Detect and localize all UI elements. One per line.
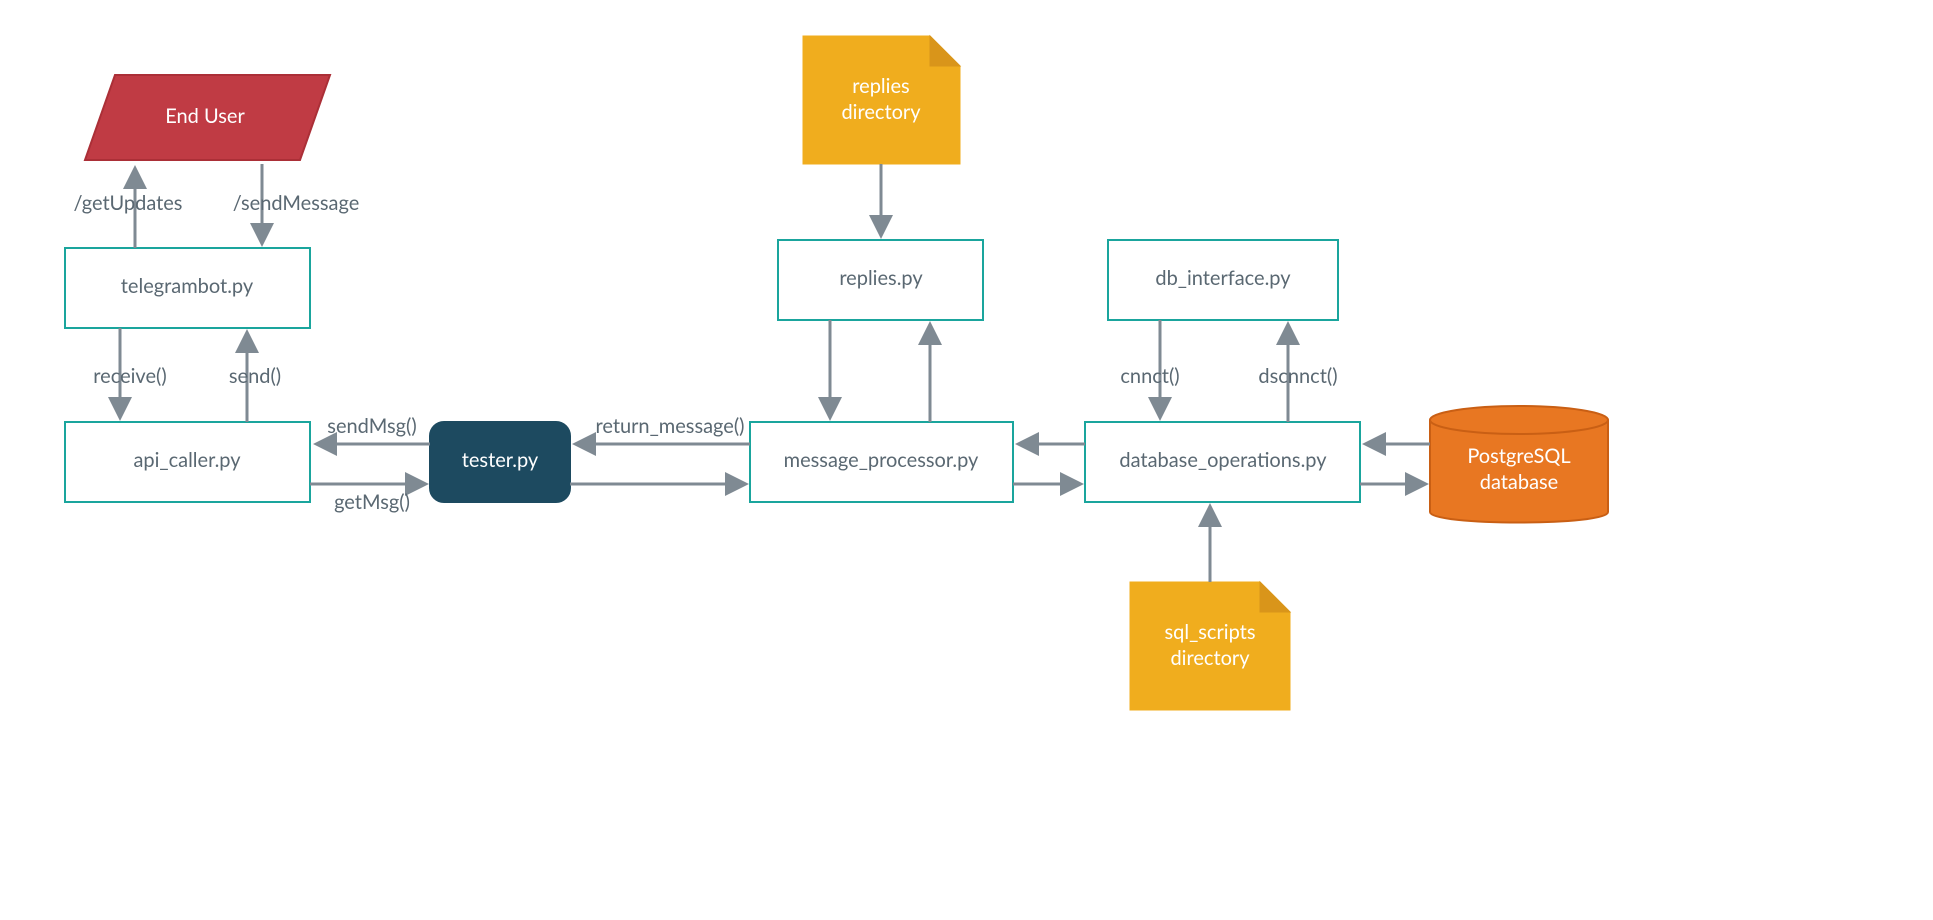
tester-label: tester.py [462, 448, 539, 472]
edge-receive: receive() [93, 364, 166, 388]
telegrambot-node: telegrambot.py [65, 248, 310, 328]
database-operations-node: database_operations.py [1085, 422, 1360, 502]
sql-dir-line2: directory [1170, 646, 1250, 670]
db-ops-label: database_operations.py [1119, 448, 1327, 472]
end-user-node: End User [85, 75, 330, 160]
replies-node: replies.py [778, 240, 983, 320]
msg-proc-label: message_processor.py [784, 448, 979, 472]
end-user-label: End User [165, 104, 245, 128]
db-iface-label: db_interface.py [1155, 266, 1291, 290]
api-caller-node: api_caller.py [65, 422, 310, 502]
replies-directory-node: replies directory [803, 36, 960, 164]
sql-scripts-directory-node: sql_scripts directory [1130, 582, 1290, 710]
architecture-diagram: End User telegrambot.py api_caller.py te… [0, 0, 1933, 920]
tester-node: tester.py [430, 422, 570, 502]
edge-getmsg: getMsg() [334, 490, 410, 514]
postgres-node: PostgreSQL database [1430, 406, 1608, 523]
edge-sendmsg: sendMsg() [327, 414, 416, 438]
edge-sendmessage: /sendMessage [233, 191, 360, 215]
message-processor-node: message_processor.py [750, 422, 1013, 502]
edge-returnmsg: return_message() [595, 414, 744, 438]
sql-dir-line1: sql_scripts [1165, 620, 1256, 644]
pg-line2: database [1480, 470, 1558, 494]
replies-dir-line2: directory [841, 100, 921, 124]
api-caller-label: api_caller.py [133, 448, 241, 472]
pg-line1: PostgreSQL [1467, 444, 1570, 468]
replies-label: replies.py [839, 266, 923, 290]
db-interface-node: db_interface.py [1108, 240, 1338, 320]
edge-getupdates: /getUpdates [74, 191, 183, 215]
replies-dir-line1: replies [852, 74, 909, 98]
edge-cnnct: cnnct() [1120, 364, 1179, 388]
edge-send: send() [229, 364, 281, 388]
telegrambot-label: telegrambot.py [121, 274, 254, 298]
edge-dscnnct: dscnnct() [1258, 364, 1337, 388]
